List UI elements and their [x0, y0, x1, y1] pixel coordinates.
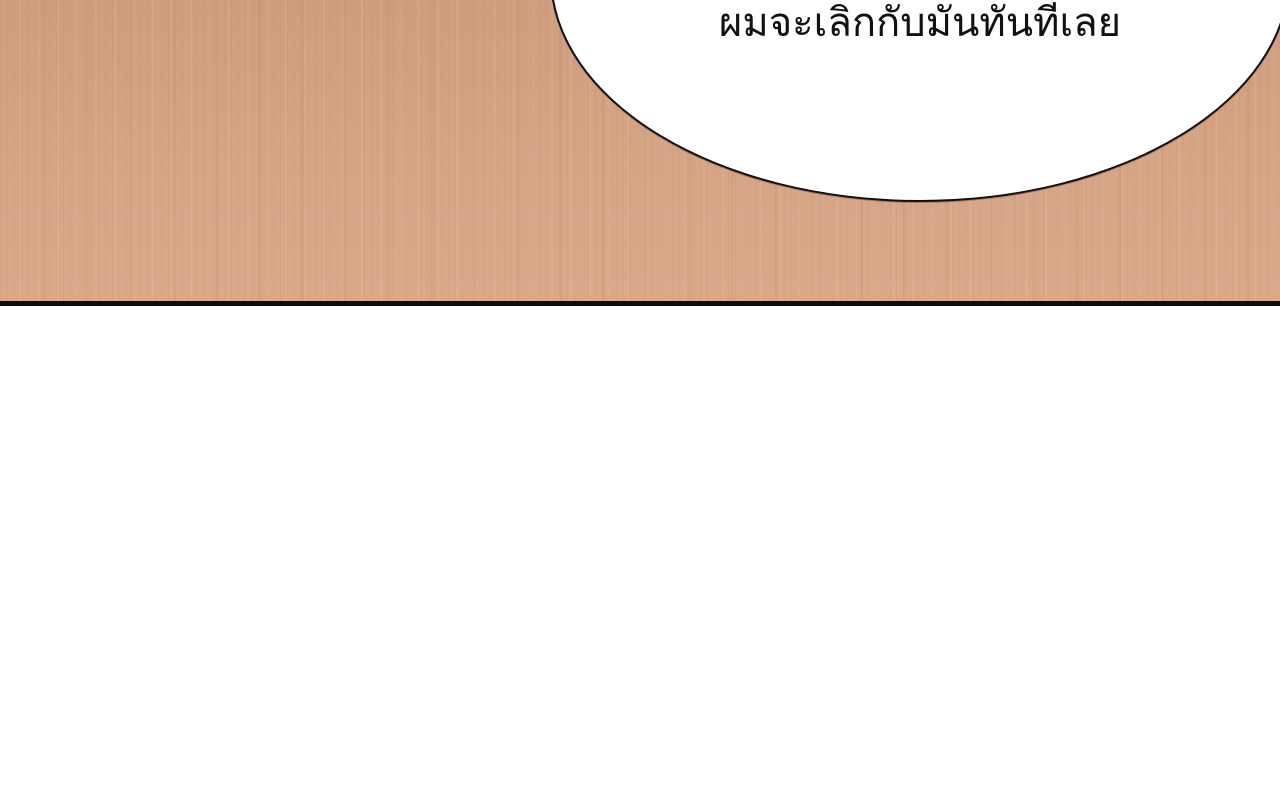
blank-gutter [0, 306, 1280, 811]
speech-bubble-text: ผมจะเลิกกับมันทันทีเลย [718, 0, 1122, 46]
comic-page: ผมจะเลิกกับมันทันทีเลย [0, 0, 1280, 811]
comic-panel-wood-background: ผมจะเลิกกับมันทันทีเลย [0, 0, 1280, 302]
